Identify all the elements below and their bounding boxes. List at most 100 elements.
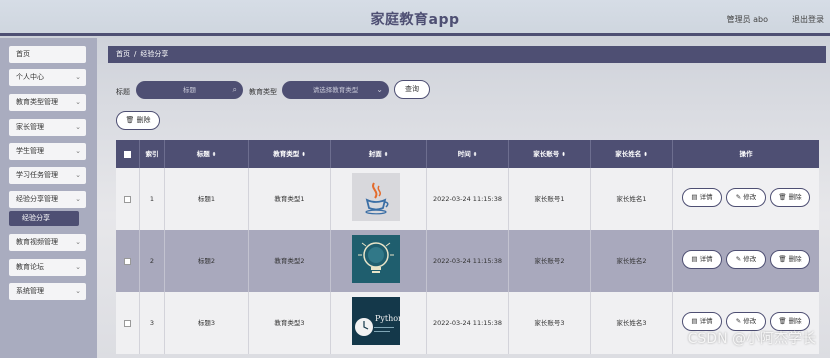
row-select-cell: [116, 292, 140, 354]
type-select-placeholder: 请选择教育类型: [312, 86, 359, 94]
detail-button[interactable]: ▤ 详情: [682, 188, 722, 207]
row-checkbox[interactable]: [124, 195, 131, 203]
title-search-input[interactable]: 标题 ⌕: [136, 81, 243, 99]
sidebar-item-tasks[interactable]: 学习任务管理 ⌄: [9, 167, 86, 184]
cell-type: 教育类型3: [249, 292, 331, 354]
column-header-name[interactable]: 家长姓名 ⬍: [591, 140, 673, 168]
sidebar-item-parents[interactable]: 家长管理 ⌄: [9, 119, 86, 136]
cell-cover: [331, 230, 427, 292]
column-header-title[interactable]: 标题 ⬍: [165, 140, 249, 168]
bulk-delete-button[interactable]: 🗑 删除: [116, 111, 160, 130]
edit-button[interactable]: ✎ 修改: [726, 188, 766, 207]
edit-button[interactable]: ✎ 修改: [726, 250, 766, 269]
breadcrumb: 首页 / 经验分享: [108, 46, 826, 63]
trash-icon: 🗑: [778, 193, 787, 201]
type-select[interactable]: 请选择教育类型 ⌄: [282, 81, 389, 99]
row-checkbox[interactable]: [124, 319, 131, 327]
select-all-checkbox[interactable]: [124, 150, 131, 158]
chevron-down-icon: ⌄: [75, 171, 81, 179]
delete-label: 删除: [788, 193, 802, 201]
edit-icon: ✎: [735, 317, 742, 325]
chevron-down-icon: ⌄: [75, 263, 81, 271]
cell-title: 标题3: [165, 292, 249, 354]
cell-name: 家长姓名2: [591, 230, 673, 292]
sidebar-item-education-type[interactable]: 教育类型管理 ⌄: [9, 94, 86, 111]
breadcrumb-separator: /: [134, 50, 137, 58]
chevron-down-icon: ⌄: [75, 98, 81, 106]
column-header-label: 时间: [457, 150, 471, 158]
sidebar-item-home[interactable]: 首页: [9, 46, 86, 63]
cell-time: 2022-03-24 11:15:38: [427, 168, 509, 230]
column-header-time[interactable]: 时间 ⬍: [427, 140, 509, 168]
cell-name: 家长姓名1: [591, 168, 673, 230]
table-row: 1 标题1 教育类型1 2022-03-24 11:15:38 家长账号1 家长…: [116, 168, 819, 230]
sidebar-subitem-experience-share[interactable]: 经验分享: [9, 211, 79, 226]
detail-icon: ▤: [691, 193, 698, 201]
sort-icon: ⬍: [211, 152, 217, 158]
detail-label: 详情: [699, 193, 713, 201]
sidebar-item-experience-sharing[interactable]: 经验分享管理 ⌄: [9, 191, 86, 208]
detail-button[interactable]: ▤ 详情: [682, 250, 722, 269]
delete-label: 删除: [788, 255, 802, 263]
sidebar-item-label: 学习任务管理: [16, 171, 58, 179]
delete-button[interactable]: 🗑 删除: [770, 250, 810, 269]
column-header-type[interactable]: 教育类型 ⬍: [249, 140, 331, 168]
sidebar-item-videos[interactable]: 教育视频管理 ⌄: [9, 234, 86, 251]
search-button[interactable]: 查询: [394, 80, 430, 99]
chevron-down-icon: ⌄: [75, 73, 81, 81]
python-cover-text: Python: [375, 314, 400, 323]
sidebar-item-label: 个人中心: [16, 73, 44, 81]
chevron-down-icon: ⌄: [75, 238, 81, 246]
cell-account: 家长账号3: [509, 292, 591, 354]
detail-icon: ▤: [691, 317, 698, 325]
column-header-label: 教育类型: [273, 150, 300, 158]
sort-icon: ⬍: [383, 152, 389, 158]
cell-time: 2022-03-24 11:15:38: [427, 230, 509, 292]
cell-time: 2022-03-24 11:15:38: [427, 292, 509, 354]
watermark: CSDN @小阿杰学长: [687, 331, 816, 347]
trash-icon: 🗑: [778, 255, 787, 263]
sidebar-item-students[interactable]: 学生管理 ⌄: [9, 143, 86, 160]
breadcrumb-home[interactable]: 首页: [116, 50, 130, 58]
trash-icon: 🗑: [778, 317, 787, 325]
python-cover-image: Python: [352, 297, 400, 345]
cell-cover: Python: [331, 292, 427, 354]
row-checkbox[interactable]: [124, 257, 131, 265]
cell-type: 教育类型1: [249, 168, 331, 230]
row-select-cell: [116, 230, 140, 292]
sidebar-item-label: 首页: [16, 50, 30, 58]
chevron-down-icon: ⌄: [75, 195, 81, 203]
column-header-account[interactable]: 家长账号 ⬍: [509, 140, 591, 168]
column-header-label: 家长账号: [533, 150, 560, 158]
cell-title: 标题2: [165, 230, 249, 292]
chevron-down-icon: ⌄: [75, 147, 81, 155]
table-row: 2 标题2 教育类型2 2022-03-24 11:15:38 家长账号2 家长…: [116, 230, 819, 292]
detail-label: 详情: [699, 317, 713, 325]
sort-icon: ⬍: [472, 152, 478, 158]
sidebar-item-system[interactable]: 系统管理 ⌄: [9, 283, 86, 300]
sidebar-item-label: 教育类型管理: [16, 98, 58, 106]
logout-link[interactable]: 退出登录: [792, 14, 824, 25]
sidebar-item-label: 系统管理: [16, 287, 44, 295]
trash-icon: 🗑: [125, 116, 135, 124]
select-all-cell: [116, 140, 140, 168]
sidebar-item-forum[interactable]: 教育论坛 ⌄: [9, 259, 86, 276]
cell-name: 家长姓名3: [591, 292, 673, 354]
sidebar: 首页 个人中心 ⌄ 教育类型管理 ⌄ 家长管理 ⌄ 学生管理 ⌄ 学习任务管理 ⌄ 经验分…: [0, 38, 97, 358]
delete-label: 删除: [788, 317, 802, 325]
delete-button[interactable]: 🗑 删除: [770, 188, 810, 207]
column-header-cover[interactable]: 封面 ⬍: [331, 140, 427, 168]
bulk-delete-label: 删除: [136, 116, 151, 124]
sidebar-item-label: 学生管理: [16, 147, 44, 155]
sidebar-item-label: 家长管理: [16, 123, 44, 131]
edit-icon: ✎: [735, 193, 742, 201]
cell-title: 标题1: [165, 168, 249, 230]
edit-icon: ✎: [735, 255, 742, 263]
cell-account: 家长账号2: [509, 230, 591, 292]
title-search-label: 标题: [116, 88, 130, 96]
chevron-down-icon: ⌄: [75, 287, 81, 295]
sidebar-item-label: 教育论坛: [16, 263, 44, 271]
sidebar-item-personal-center[interactable]: 个人中心 ⌄: [9, 69, 86, 86]
cell-actions: ▤ 详情 ✎ 修改 🗑 删除: [673, 168, 819, 230]
chevron-down-icon: ⌄: [75, 123, 81, 131]
